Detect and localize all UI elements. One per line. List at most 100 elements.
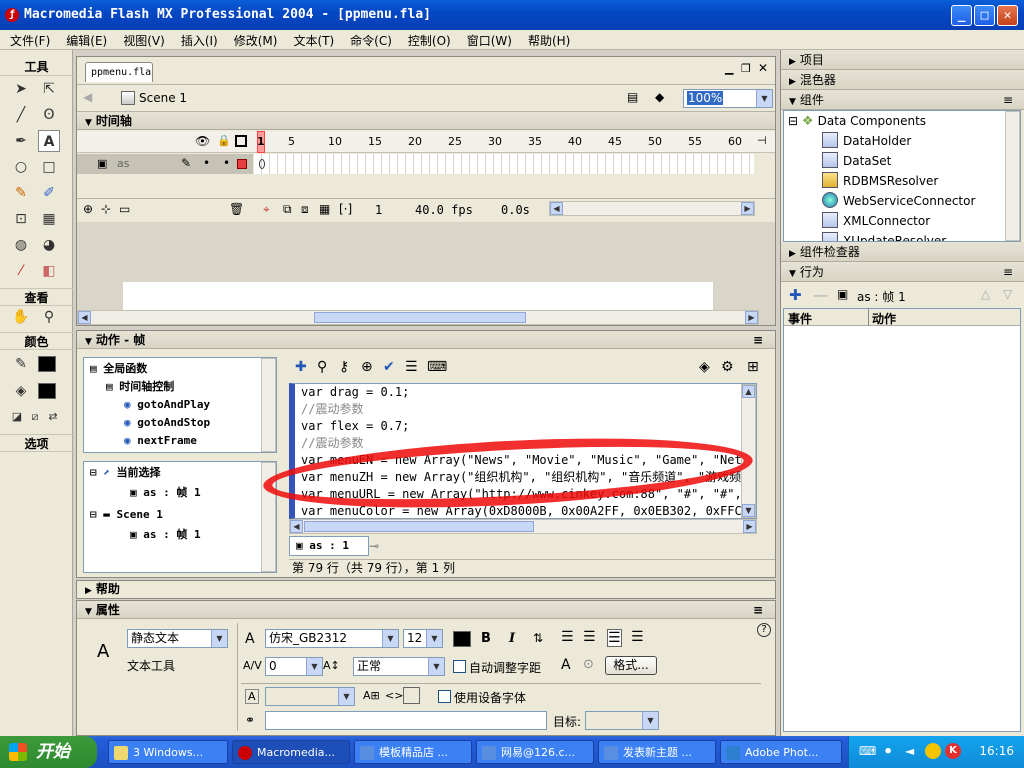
auto-format-icon[interactable]: ☰ (405, 359, 418, 375)
navigator-group[interactable]: ⊟ ▬ Scene 1 (90, 506, 163, 524)
component-item[interactable]: XMLConnector (822, 211, 930, 231)
code-line[interactable]: var flex = 0.7; (301, 418, 409, 435)
taskbar-item[interactable]: 网易@126.c... (476, 740, 594, 764)
menu-commands[interactable]: 命令(C) (340, 30, 398, 49)
device-fonts-checkbox[interactable] (438, 690, 451, 703)
action-column-header[interactable]: 动作 (872, 310, 896, 327)
code-line[interactable]: var drag = 0.1; (301, 384, 409, 401)
menu-file[interactable]: 文件(F) (0, 30, 56, 49)
doc-minimize-icon[interactable]: ▁ (725, 62, 733, 75)
minimize-button[interactable]: _ (951, 5, 972, 26)
tree-node-data-components[interactable]: ⊟ ❖ Data Components (788, 111, 926, 131)
ink-bottle-tool-icon[interactable]: ◍ (10, 234, 32, 256)
text-type-select[interactable]: 静态文本 ▼ (127, 629, 228, 648)
taskbar-item[interactable]: 发表新主题 ... (598, 740, 716, 764)
components-scrollbar[interactable] (1005, 111, 1020, 241)
network-icon[interactable]: ⚫ (883, 744, 893, 758)
menu-modify[interactable]: 修改(M) (224, 30, 284, 49)
stage-canvas[interactable] (123, 282, 713, 312)
border-icon[interactable] (403, 687, 420, 704)
menu-insert[interactable]: 插入(I) (171, 30, 224, 49)
help-panel[interactable]: ▶ 帮助 (76, 580, 776, 599)
volume-icon[interactable]: ◄ (905, 744, 914, 758)
fill-color-icon[interactable]: ◈ (10, 380, 32, 402)
panel-menu-icon[interactable]: ≡ (753, 601, 763, 619)
code-hint-icon[interactable]: ⌨ (427, 359, 447, 375)
navigator-group[interactable]: ⊟ ⬈ 当前选择 (90, 464, 161, 482)
maximize-button[interactable]: □ (974, 5, 995, 26)
toolbox-scrollbar[interactable] (261, 358, 276, 452)
fill-transform-tool-icon[interactable]: ▦ (38, 208, 60, 230)
toolbox-item[interactable]: ◉ gotoAndPlay (124, 396, 210, 414)
event-column-header[interactable]: 事件 (788, 310, 812, 327)
lasso-tool-icon[interactable]: ʘ (38, 104, 60, 126)
edit-symbols-icon[interactable]: ◆ (655, 90, 664, 104)
scroll-left-icon[interactable]: ◀ (78, 311, 91, 324)
letter-spacing-input[interactable]: 0 ▼ (265, 657, 323, 676)
delete-layer-icon[interactable]: 🗑 (229, 202, 244, 216)
scroll-down-icon[interactable]: ▼ (742, 504, 755, 517)
rotate-text-icon[interactable]: A (561, 657, 571, 673)
layer-label-cell[interactable]: ▣ as ✎ • • (77, 154, 253, 174)
toolbox-item[interactable]: ◉ gotoAndStop (124, 414, 210, 432)
html-icon[interactable]: <> (385, 689, 403, 702)
component-item[interactable]: WebServiceConnector (822, 191, 975, 211)
font-select[interactable]: 仿宋_GB2312 ▼ (265, 629, 399, 648)
timeline-menu-icon[interactable]: ⊣ (757, 134, 767, 147)
add-statement-icon[interactable]: ✚ (295, 359, 307, 375)
component-item[interactable]: XUpdateResolver (822, 231, 946, 241)
script-tab[interactable]: ▣ as : 1 (289, 536, 369, 556)
pencil-tool-icon[interactable]: ✎ (10, 182, 32, 204)
scroll-up-icon[interactable]: ▲ (742, 385, 755, 398)
tray-k-icon[interactable]: K (945, 743, 961, 759)
code-comment[interactable]: //震动参数 (301, 435, 363, 452)
doc-close-icon[interactable]: ✕ (758, 61, 768, 75)
taskbar-item[interactable]: Macromedia... (232, 740, 350, 764)
panel-menu-icon[interactable]: ≡ (753, 331, 763, 349)
code-comment[interactable]: //震动参数 (301, 401, 363, 418)
pin-script-icon[interactable]: ⊸ (369, 539, 379, 553)
editor-v-scrollbar[interactable]: ▲ ▼ (741, 384, 756, 518)
center-frame-icon[interactable]: ⌖ (263, 202, 270, 217)
toolbox-item[interactable]: ◉ nextFrame (124, 432, 197, 450)
menu-window[interactable]: 窗口(W) (457, 30, 518, 49)
mixer-panel-header[interactable]: ▶ 混色器 (781, 70, 1024, 90)
component-item[interactable]: RDBMSResolver (822, 171, 938, 191)
add-behavior-icon[interactable]: ✚ (789, 286, 802, 304)
onion-skin-icon[interactable]: ⧉ (283, 202, 292, 217)
code-line[interactable]: var menuURL = new Array("http://www.cink… (301, 486, 756, 503)
subselect-tool-icon[interactable]: ⇱ (38, 78, 60, 100)
reference-icon[interactable]: ◈ (699, 359, 710, 375)
move-down-icon[interactable]: ▽ (1003, 287, 1012, 301)
text-direction-icon[interactable]: ⇅ (533, 631, 543, 645)
debug-options-icon[interactable]: ⚙ (721, 359, 734, 375)
timeline-header[interactable]: ▼ 时间轴 (77, 112, 775, 130)
arrow-tool-icon[interactable]: ➤ (10, 78, 32, 100)
url-input[interactable] (265, 711, 547, 730)
add-guide-layer-icon[interactable]: ⊹ (101, 202, 111, 216)
text-color-swatch[interactable] (453, 631, 471, 647)
keyboard-icon[interactable]: ⌨ (859, 744, 876, 758)
menu-text[interactable]: 文本(T) (283, 30, 340, 49)
eyedropper-tool-icon[interactable]: ⁄ (10, 260, 32, 282)
code-line[interactable]: var menuZH = new Array("组织机构", "组织机构", "… (301, 469, 741, 486)
stage-h-scrollbar[interactable]: ◀ ▶ (77, 310, 759, 325)
align-left-icon[interactable]: ☰ (561, 629, 574, 645)
taskbar-item[interactable]: 3 Windows... (108, 740, 228, 764)
component-inspector-header[interactable]: ▶ 组件检查器 (781, 242, 1024, 262)
outline-icon[interactable] (235, 135, 247, 147)
align-right-icon[interactable]: ☰ (607, 629, 622, 647)
free-transform-tool-icon[interactable]: ⊡ (10, 208, 32, 230)
pen-tool-icon[interactable]: ✒ (10, 130, 32, 152)
target-path-icon[interactable]: ⊕ (361, 359, 373, 375)
menu-edit[interactable]: 编辑(E) (56, 30, 113, 49)
brush-tool-icon[interactable]: ✐ (38, 182, 60, 204)
lock-icon[interactable]: 🔒 (217, 134, 231, 147)
swap-colors-icon[interactable]: ⇄ (42, 406, 64, 428)
frame-cells[interactable] (254, 154, 754, 174)
component-item[interactable]: DataSet (822, 151, 891, 171)
replace-icon[interactable]: ⚷ (339, 359, 349, 375)
insert-layer-icon[interactable]: ⊕ (83, 202, 93, 216)
menu-help[interactable]: 帮助(H) (518, 30, 576, 49)
oval-tool-icon[interactable]: ○ (10, 156, 32, 178)
